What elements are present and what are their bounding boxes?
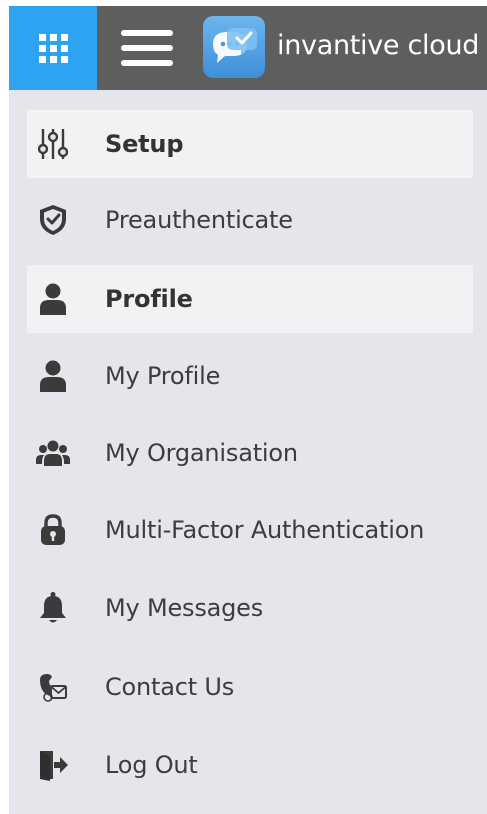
menu-label: Log Out bbox=[105, 751, 198, 779]
logout-icon bbox=[35, 747, 71, 783]
contact-phone-icon bbox=[35, 669, 71, 705]
menu-label: Multi-Factor Authentication bbox=[105, 516, 425, 544]
menu-label: Setup bbox=[105, 130, 184, 158]
menu-label: Preauthenticate bbox=[105, 206, 293, 234]
user-icon bbox=[35, 281, 71, 317]
menu-label: My Organisation bbox=[105, 439, 298, 467]
hamburger-menu-icon[interactable] bbox=[121, 28, 177, 68]
menu-label: Contact Us bbox=[105, 673, 235, 701]
apps-grid-button[interactable] bbox=[9, 6, 97, 90]
menu-section-setup[interactable]: Setup bbox=[27, 110, 473, 178]
invantive-logo-icon[interactable] bbox=[203, 16, 265, 78]
app-frame: invantive cloud Setup Preauthenticate Pr… bbox=[9, 6, 487, 814]
apps-grid-icon bbox=[38, 33, 68, 63]
brand-title[interactable]: invantive cloud bbox=[277, 30, 479, 61]
bell-icon bbox=[35, 590, 71, 626]
shield-check-icon bbox=[35, 202, 71, 238]
menu-item-my-profile[interactable]: My Profile bbox=[27, 342, 473, 410]
menu-item-my-organisation[interactable]: My Organisation bbox=[27, 419, 473, 487]
menu-section-profile[interactable]: Profile bbox=[27, 265, 473, 333]
menu-item-log-out[interactable]: Log Out bbox=[27, 731, 473, 799]
menu-item-contact-us[interactable]: Contact Us bbox=[27, 653, 473, 721]
user-icon bbox=[35, 358, 71, 394]
users-group-icon bbox=[35, 435, 71, 471]
lock-icon bbox=[35, 512, 71, 548]
top-bar: invantive cloud bbox=[9, 6, 487, 90]
menu-label: My Profile bbox=[105, 362, 221, 390]
menu-item-preauthenticate[interactable]: Preauthenticate bbox=[27, 186, 473, 254]
menu-label: Profile bbox=[105, 285, 193, 313]
menu-item-multi-factor-authentication[interactable]: Multi-Factor Authentication bbox=[27, 496, 473, 564]
menu-item-my-messages[interactable]: My Messages bbox=[27, 574, 473, 642]
menu-label: My Messages bbox=[105, 594, 264, 622]
sliders-icon bbox=[35, 126, 71, 162]
